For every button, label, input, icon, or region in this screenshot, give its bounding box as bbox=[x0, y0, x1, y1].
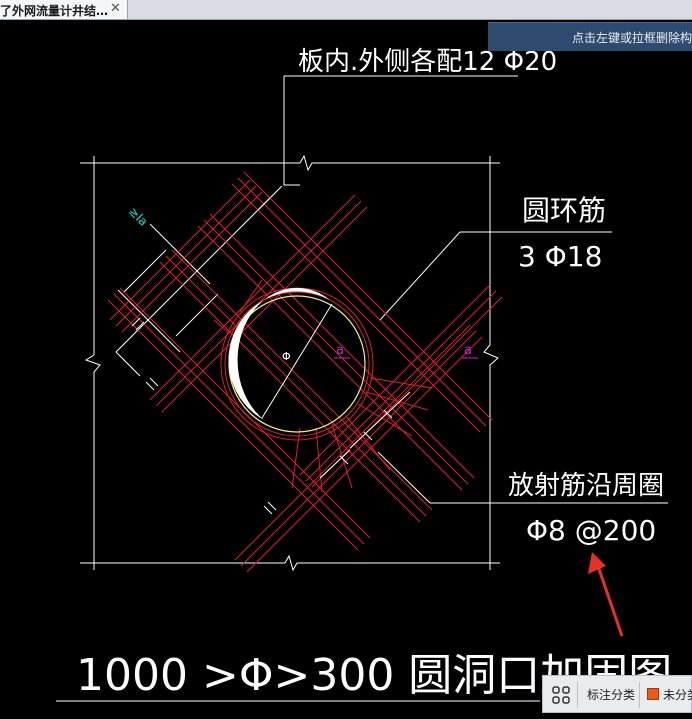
uncategorized-label[interactable]: 未分类 bbox=[663, 686, 692, 703]
annotation-toolbar: 标注分类 未分类 bbox=[542, 675, 692, 713]
grid-icon[interactable] bbox=[552, 686, 570, 704]
arrow-annotation bbox=[588, 552, 624, 637]
diameter-symbol: Φ bbox=[282, 350, 291, 363]
toolbar-divider bbox=[577, 682, 578, 708]
rebar-lines-diag-a bbox=[109, 179, 503, 573]
cad-canvas[interactable]: 板内.外侧各配12 Φ20 圆环筋 3 Φ18 放射筋沿周圈 Φ8 @200 1… bbox=[0, 19, 692, 719]
diameter-line bbox=[261, 303, 333, 419]
ring-rebar-spec: 3 Φ18 bbox=[518, 240, 602, 273]
hint-banner: 点击左键或拉框删除构 bbox=[488, 22, 692, 51]
hint-text: 点击左键或拉框删除构 bbox=[572, 31, 692, 45]
close-icon[interactable]: ✕ bbox=[110, 1, 121, 16]
section-mark-a: a bbox=[336, 343, 344, 358]
outer-rebar-label: 板内.外侧各配12 Φ20 bbox=[298, 47, 557, 77]
ring-rebar-outer bbox=[220, 287, 374, 441]
category-color-swatch[interactable] bbox=[647, 688, 659, 700]
annotation-category-label[interactable]: 标注分类 bbox=[587, 686, 635, 703]
tab-bar: 了外网流量计井结… ✕ bbox=[0, 0, 692, 20]
document-tab[interactable]: 了外网流量计井结… ✕ bbox=[0, 0, 128, 19]
radial-rebar-label: 放射筋沿周圈 bbox=[508, 471, 664, 501]
section-mark-a-right: a bbox=[464, 343, 472, 358]
radial-rebar-spec: Φ8 @200 bbox=[526, 514, 656, 547]
dimension-la: ≥la bbox=[126, 204, 151, 229]
tab-title: 了外网流量计井结… bbox=[0, 4, 109, 18]
toolbar-divider bbox=[639, 682, 640, 708]
frame-lines bbox=[56, 75, 668, 702]
ring-rebar-label: 圆环筋 bbox=[522, 194, 606, 227]
